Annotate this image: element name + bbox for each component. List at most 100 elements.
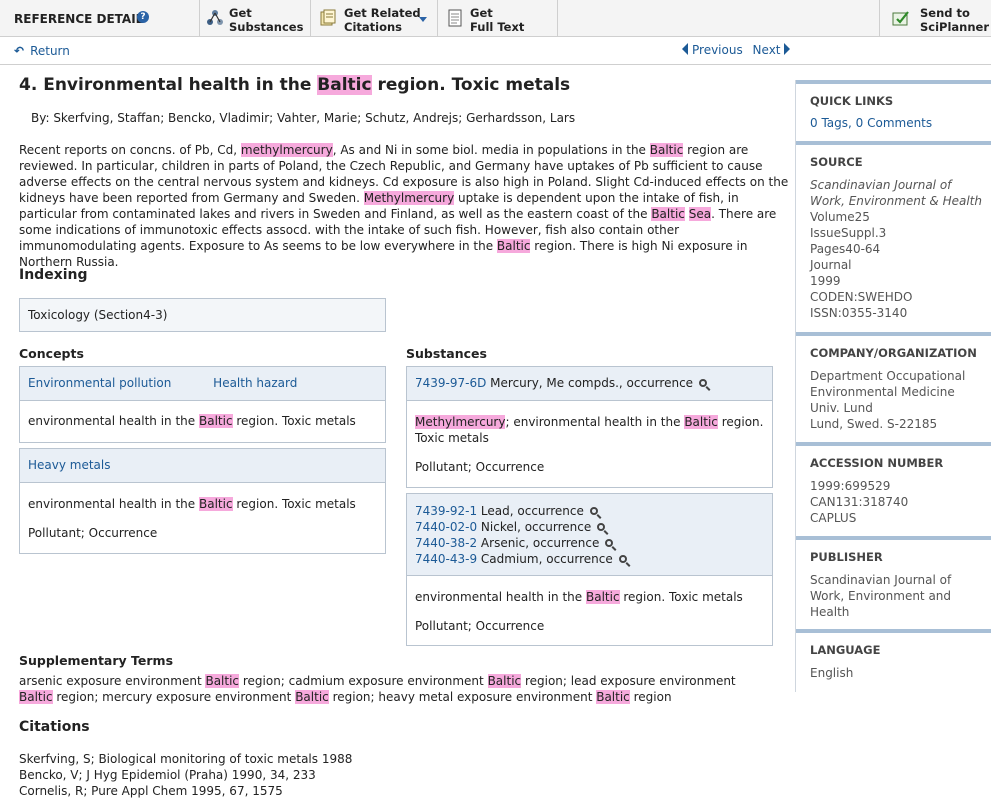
concept-link-heavy-metals[interactable]: Heavy metals bbox=[28, 458, 111, 472]
get-full-text-label-1: Get bbox=[470, 6, 493, 20]
company-details: Department Occupational Environmental Me… bbox=[810, 368, 965, 432]
next-link[interactable]: Next bbox=[753, 43, 781, 57]
publisher-heading: PUBLISHER bbox=[810, 550, 883, 564]
related-citations-icon[interactable] bbox=[319, 9, 337, 27]
source-coden: CODEN:SWEHDO bbox=[810, 290, 913, 304]
concepts-heading: Concepts bbox=[19, 346, 84, 361]
publisher-line: Health bbox=[810, 605, 850, 619]
accession-line: 1999:699529 bbox=[810, 479, 891, 493]
substance-description: Methylmercury; environmental health in t… bbox=[415, 415, 764, 429]
text-segment: region; lead exposure environment bbox=[521, 674, 736, 688]
highlighted-term: Sea bbox=[688, 207, 712, 221]
source-issn: ISSN:0355-3140 bbox=[810, 306, 908, 320]
accession-section: ACCESSION NUMBER 1999:699529 CAN131:3187… bbox=[796, 442, 991, 536]
previous-arrow-icon[interactable] bbox=[682, 43, 688, 55]
return-link[interactable]: ↶ Return bbox=[14, 44, 70, 58]
substance-row: 7440-43-9 Cadmium, occurrence bbox=[415, 551, 764, 567]
company-line: Lund, Swed. S-22185 bbox=[810, 417, 938, 431]
accession-details: 1999:699529 CAN131:318740 CAPLUS bbox=[810, 478, 908, 526]
indexing-heading: Indexing bbox=[19, 267, 88, 283]
company-line: Univ. Lund bbox=[810, 401, 873, 415]
substance-box: 7439-97-6D Mercury, Me compds., occurren… bbox=[406, 366, 773, 488]
source-volume: Volume25 bbox=[810, 210, 870, 224]
cas-link[interactable]: 7440-38-2 bbox=[415, 536, 477, 550]
source-year: 1999 bbox=[810, 274, 841, 288]
company-line: Environmental Medicine bbox=[810, 385, 955, 399]
title-highlight: Baltic bbox=[317, 75, 372, 95]
cas-link[interactable]: 7440-43-9 bbox=[415, 552, 477, 566]
help-icon[interactable]: ? bbox=[137, 11, 149, 23]
highlighted-term: Baltic bbox=[651, 207, 685, 221]
source-heading: SOURCE bbox=[810, 155, 863, 169]
accession-line: CAN131:318740 bbox=[810, 495, 909, 509]
sciplanner-icon[interactable] bbox=[892, 9, 910, 27]
title-text: 4. Environmental health in the bbox=[19, 75, 318, 95]
accession-line: CAPLUS bbox=[810, 511, 857, 525]
return-label[interactable]: Return bbox=[30, 44, 70, 58]
source-journal: Scandinavian Journal of bbox=[810, 178, 952, 192]
send-to-sciplanner-label-2: SciPlanner bbox=[920, 20, 990, 34]
next-arrow-icon[interactable] bbox=[783, 43, 790, 55]
search-icon[interactable] bbox=[589, 507, 598, 515]
search-icon[interactable] bbox=[605, 539, 614, 547]
citation-item: Cornelis, R; Pure Appl Chem 1995, 67, 15… bbox=[19, 784, 283, 798]
search-icon[interactable] bbox=[618, 555, 627, 563]
chevron-down-icon[interactable] bbox=[419, 17, 427, 22]
toolbar-divider bbox=[437, 0, 438, 37]
text-segment: region; cadmium exposure environment bbox=[239, 674, 488, 688]
full-text-icon[interactable] bbox=[446, 9, 464, 27]
substance-row: 7440-38-2 Arsenic, occurrence bbox=[415, 535, 764, 551]
highlighted-term: Baltic bbox=[487, 674, 522, 688]
company-heading: COMPANY/ORGANIZATION bbox=[810, 346, 977, 360]
cas-link[interactable]: 7440-02-0 bbox=[415, 520, 477, 534]
citations-heading: Citations bbox=[19, 719, 90, 735]
cas-link[interactable]: 7439-92-1 bbox=[415, 504, 477, 518]
citations-list: Skerfving, S; Biological monitoring of t… bbox=[19, 751, 352, 799]
concept-box: Environmental pollution Health hazard en… bbox=[19, 366, 386, 443]
record-title: 4. Environmental health in the Baltic re… bbox=[19, 75, 570, 95]
accession-heading: ACCESSION NUMBER bbox=[810, 456, 944, 470]
get-related-citations-button[interactable]: Get Related Citations bbox=[344, 6, 421, 34]
text-segment: region; heavy metal exposure environment bbox=[328, 690, 597, 704]
highlighted-term: Baltic bbox=[295, 690, 329, 704]
section-label: Toxicology (Section4-3) bbox=[28, 308, 168, 322]
get-full-text-button[interactable]: Get Full Text bbox=[470, 6, 524, 34]
supplementary-terms: arsenic exposure environment Baltic regi… bbox=[19, 673, 759, 705]
quick-links-heading: QUICK LINKS bbox=[810, 94, 894, 108]
search-icon[interactable] bbox=[597, 523, 606, 531]
return-arrow-icon: ↶ bbox=[14, 44, 25, 58]
quick-links-section: QUICK LINKS 0 Tags, 0 Comments bbox=[796, 80, 991, 140]
cas-link[interactable]: 7439-97-6D bbox=[415, 376, 486, 390]
highlighted-term: Baltic bbox=[596, 690, 630, 704]
get-related-citations-label-1: Get Related bbox=[344, 6, 421, 20]
citation-item: Skerfving, S; Biological monitoring of t… bbox=[19, 752, 353, 766]
abstract: Recent reports on concns. of Pb, Cd, met… bbox=[19, 142, 791, 270]
company-section: COMPANY/ORGANIZATION Department Occupati… bbox=[796, 332, 991, 442]
source-pages: Pages40-64 bbox=[810, 242, 881, 256]
title-text: region. Toxic metals bbox=[371, 75, 571, 95]
concept-description: environmental health in the Baltic regio… bbox=[28, 414, 356, 428]
substance-name: Cadmium, occurrence bbox=[477, 552, 613, 566]
highlighted-term: Baltic bbox=[19, 690, 53, 704]
substance-description-line2: Toxic metals bbox=[415, 431, 489, 445]
navigation-row: ↶ Return Previous Next bbox=[0, 38, 991, 65]
get-substances-button[interactable]: Get Substances bbox=[229, 6, 303, 34]
highlighted-term: Baltic bbox=[205, 674, 240, 688]
text-segment: arsenic exposure environment bbox=[19, 674, 206, 688]
authors: By: Skerfving, Staffan; Bencko, Vladimir… bbox=[31, 111, 576, 125]
get-related-citations-label-2: Citations bbox=[344, 20, 403, 34]
source-section: SOURCE Scandinavian Journal of Work, Env… bbox=[796, 141, 991, 331]
toolbar: REFERENCE DETAIL ? Get Substances Get Re… bbox=[0, 0, 991, 37]
concept-link-health-hazard[interactable]: Health hazard bbox=[213, 376, 297, 390]
concept-link-environmental-pollution[interactable]: Environmental pollution bbox=[28, 376, 171, 390]
language-heading: LANGUAGE bbox=[810, 643, 881, 657]
search-icon[interactable] bbox=[699, 379, 708, 387]
tags-comments-link[interactable]: 0 Tags, 0 Comments bbox=[810, 116, 932, 130]
highlighted-term: Baltic bbox=[496, 239, 531, 253]
send-to-sciplanner-button[interactable]: Send to SciPlanner bbox=[920, 6, 989, 34]
substances-icon[interactable] bbox=[206, 9, 224, 27]
publisher-line: Scandinavian Journal of bbox=[810, 573, 952, 587]
substance-name: Mercury, Me compds., occurrence bbox=[486, 376, 694, 390]
previous-link[interactable]: Previous bbox=[692, 43, 743, 57]
get-substances-label-2: Substances bbox=[229, 20, 304, 34]
